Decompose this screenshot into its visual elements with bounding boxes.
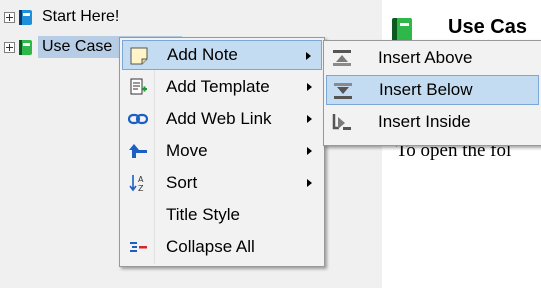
add-note-submenu: Insert Above Insert Below Insert Inside — [323, 40, 541, 146]
menu-item-insert-inside[interactable]: Insert Inside — [326, 107, 539, 137]
svg-text:A: A — [138, 175, 144, 184]
link-icon — [127, 108, 149, 130]
green-notebook-icon — [19, 39, 32, 55]
template-icon — [127, 76, 149, 98]
collapse-all-icon — [127, 236, 149, 258]
move-up-arrow-icon — [127, 140, 149, 162]
page-title: Use Cas — [448, 16, 527, 38]
expand-icon[interactable] — [4, 41, 15, 53]
svg-text:Z: Z — [138, 184, 144, 193]
menu-item-move[interactable]: Move — [122, 136, 322, 166]
note-icon — [128, 45, 150, 67]
tree-item-label: Start Here! — [42, 8, 120, 25]
menu-item-collapse-all[interactable]: Collapse All — [122, 232, 322, 262]
submenu-arrow-icon — [307, 179, 312, 187]
submenu-arrow-icon — [307, 147, 312, 155]
insert-below-icon — [332, 80, 354, 102]
blue-notebook-icon — [19, 9, 32, 25]
submenu-arrow-icon — [307, 83, 312, 91]
menu-item-sort[interactable]: AZ Sort — [122, 168, 322, 198]
menu-item-add-note[interactable]: Add Note — [122, 40, 322, 70]
expand-icon[interactable] — [4, 11, 15, 23]
insert-inside-icon — [331, 111, 353, 133]
green-notebook-icon — [392, 18, 412, 42]
menu-item-insert-below[interactable]: Insert Below — [326, 75, 539, 105]
menu-item-add-web-link[interactable]: Add Web Link — [122, 104, 322, 134]
menu-item-title-style[interactable]: Title Style — [122, 200, 322, 230]
insert-above-icon — [331, 47, 353, 69]
menu-item-insert-above[interactable]: Insert Above — [326, 43, 539, 73]
context-menu: Add Note Add Template Add Web Link Move … — [119, 37, 325, 267]
submenu-arrow-icon — [306, 52, 311, 60]
menu-item-add-template[interactable]: Add Template — [122, 72, 322, 102]
tree-item-start-here[interactable]: Start Here! — [2, 5, 123, 29]
sort-az-icon: AZ — [127, 172, 149, 194]
submenu-arrow-icon — [307, 115, 312, 123]
